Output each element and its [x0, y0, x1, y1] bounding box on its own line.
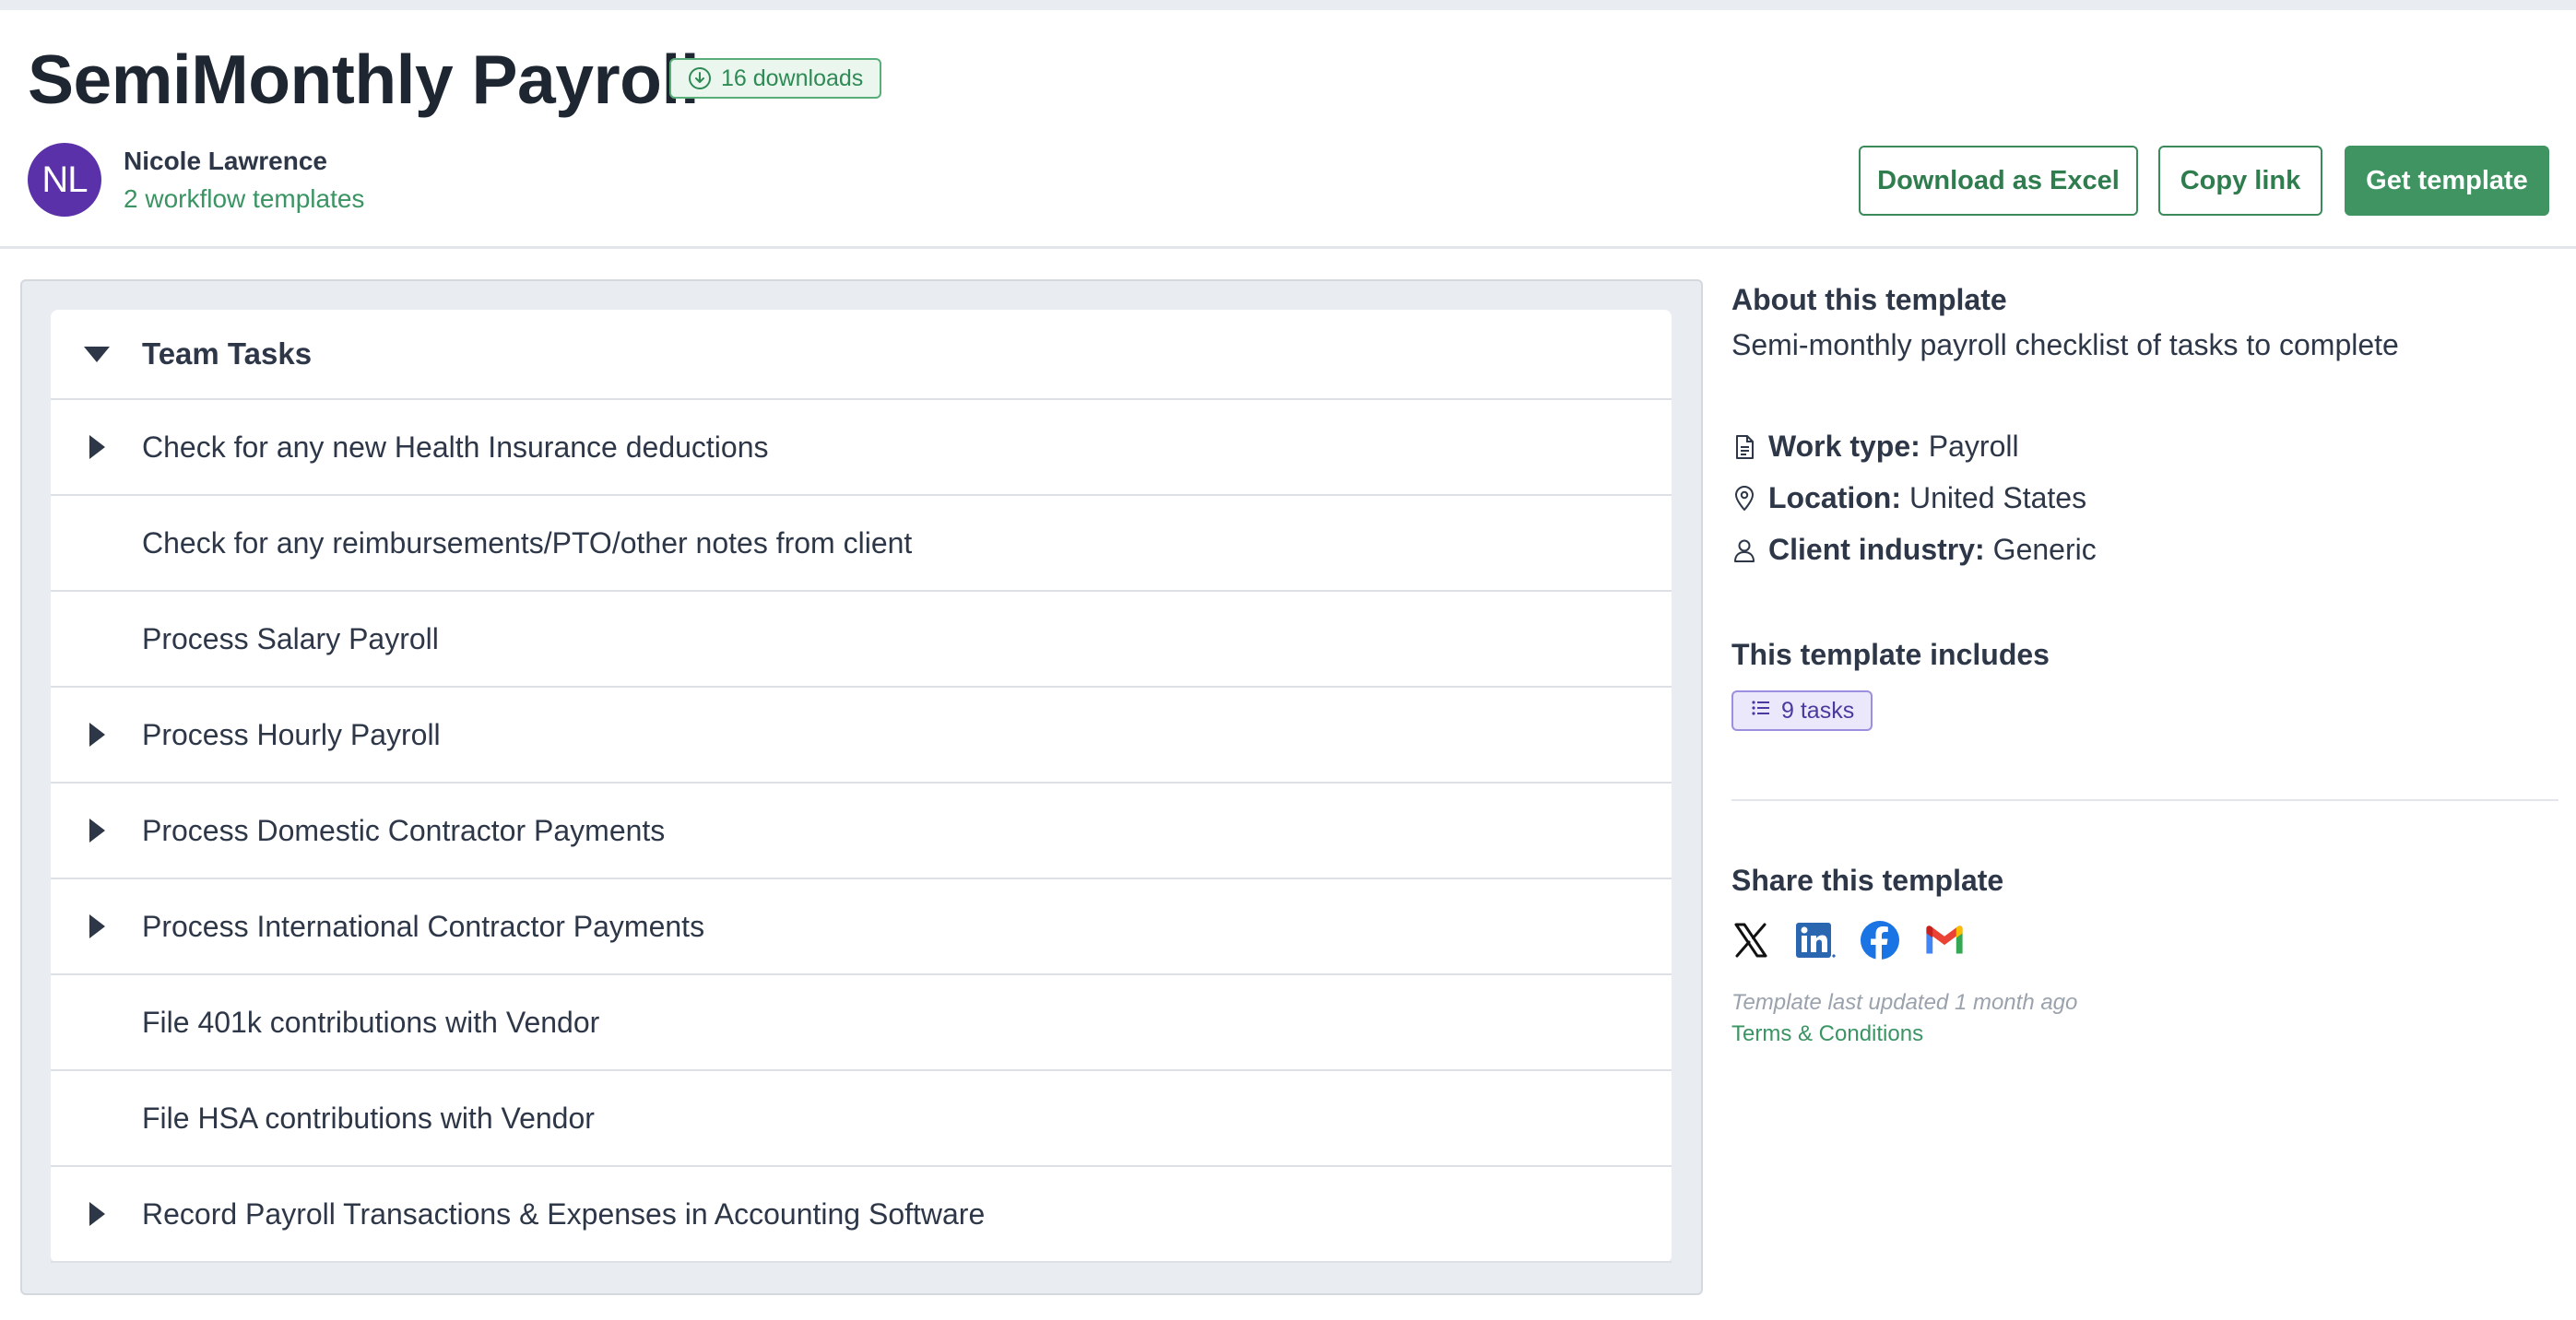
caret-right-icon[interactable] — [84, 400, 105, 494]
work-type-value: Payroll — [1928, 430, 2019, 463]
task-label: File HSA contributions with Vendor — [142, 1101, 595, 1135]
task-list: Team Tasks Check for any new Health Insu… — [51, 310, 1672, 1263]
client-industry-value: Generic — [1992, 533, 2097, 566]
caret-down-icon[interactable] — [84, 310, 110, 398]
task-row[interactable]: Process International Contractor Payment… — [51, 878, 1672, 973]
tasks-count-badge: 9 tasks — [1731, 690, 1873, 731]
document-icon — [1731, 433, 1757, 461]
task-row[interactable]: Check for any reimbursements/PTO/other n… — [51, 494, 1672, 590]
caret-right-icon[interactable] — [84, 784, 105, 878]
downloads-badge: 16 downloads — [669, 58, 882, 99]
task-label: Check for any reimbursements/PTO/other n… — [142, 525, 913, 560]
sidebar-divider — [1731, 799, 2558, 801]
header-divider — [0, 246, 2576, 249]
work-type-label: Work type: — [1768, 430, 1920, 463]
about-heading: About this template — [1731, 283, 2007, 316]
caret-right-icon[interactable] — [84, 1167, 105, 1261]
client-industry-label: Client industry: — [1768, 533, 1985, 566]
task-row[interactable]: Process Domestic Contractor Payments — [51, 782, 1672, 878]
facebook-icon[interactable] — [1859, 919, 1901, 961]
gmail-icon[interactable] — [1923, 919, 1966, 961]
task-label: Record Payroll Transactions & Expenses i… — [142, 1196, 986, 1231]
share-icons — [1730, 918, 1966, 962]
task-row[interactable]: Check for any new Health Insurance deduc… — [51, 398, 1672, 494]
task-row[interactable]: Process Salary Payroll — [51, 590, 1672, 686]
location-label: Location: — [1768, 481, 1901, 514]
last-updated: Template last updated 1 month ago — [1731, 990, 2078, 1015]
task-label: Check for any new Health Insurance deduc… — [142, 430, 769, 464]
client-industry-row: Client industry: Generic — [1731, 533, 2097, 567]
includes-heading: This template includes — [1731, 638, 2050, 671]
location-row: Location: United States — [1731, 481, 2086, 515]
caret-right-icon[interactable] — [84, 879, 105, 973]
task-label: Process Domestic Contractor Payments — [142, 813, 666, 847]
tasks-count: 9 tasks — [1781, 697, 1855, 724]
task-row[interactable]: Record Payroll Transactions & Expenses i… — [51, 1165, 1672, 1261]
share-heading: Share this template — [1731, 864, 2004, 897]
user-icon — [1731, 536, 1757, 564]
about-description: Semi-monthly payroll checklist of tasks … — [1731, 328, 2399, 361]
list-bottom-border — [51, 1261, 1672, 1263]
page-title: SemiMonthly Payroll — [28, 41, 700, 118]
author-name: Nicole Lawrence — [124, 147, 327, 175]
task-label: File 401k contributions with Vendor — [142, 1005, 600, 1039]
terms-link[interactable]: Terms & Conditions — [1731, 1021, 1923, 1047]
work-type-row: Work type: Payroll — [1731, 430, 2019, 464]
task-label: Process International Contractor Payment… — [142, 909, 705, 943]
download-circle-icon — [688, 66, 712, 90]
task-row[interactable]: File 401k contributions with Vendor — [51, 973, 1672, 1069]
get-template-button[interactable]: Get template — [2345, 146, 2549, 216]
downloads-count: 16 downloads — [721, 65, 864, 91]
caret-right-icon[interactable] — [84, 688, 105, 782]
top-bar — [0, 0, 2576, 10]
avatar: NL — [28, 143, 101, 217]
task-row[interactable]: File HSA contributions with Vendor — [51, 1069, 1672, 1165]
section-title: Team Tasks — [142, 336, 313, 371]
map-pin-icon — [1731, 485, 1757, 513]
task-label: Process Hourly Payroll — [142, 717, 441, 751]
location-value: United States — [1908, 481, 2087, 514]
section-header-team-tasks[interactable]: Team Tasks — [51, 310, 1672, 398]
x-icon[interactable] — [1730, 919, 1772, 961]
list-icon — [1750, 698, 1772, 725]
linkedin-icon[interactable] — [1794, 919, 1837, 961]
task-row[interactable]: Process Hourly Payroll — [51, 686, 1672, 782]
copy-link-button[interactable]: Copy link — [2158, 146, 2322, 216]
author-templates-link[interactable]: 2 workflow templates — [124, 184, 364, 214]
download-excel-button[interactable]: Download as Excel — [1859, 146, 2138, 216]
task-label: Process Salary Payroll — [142, 621, 439, 655]
